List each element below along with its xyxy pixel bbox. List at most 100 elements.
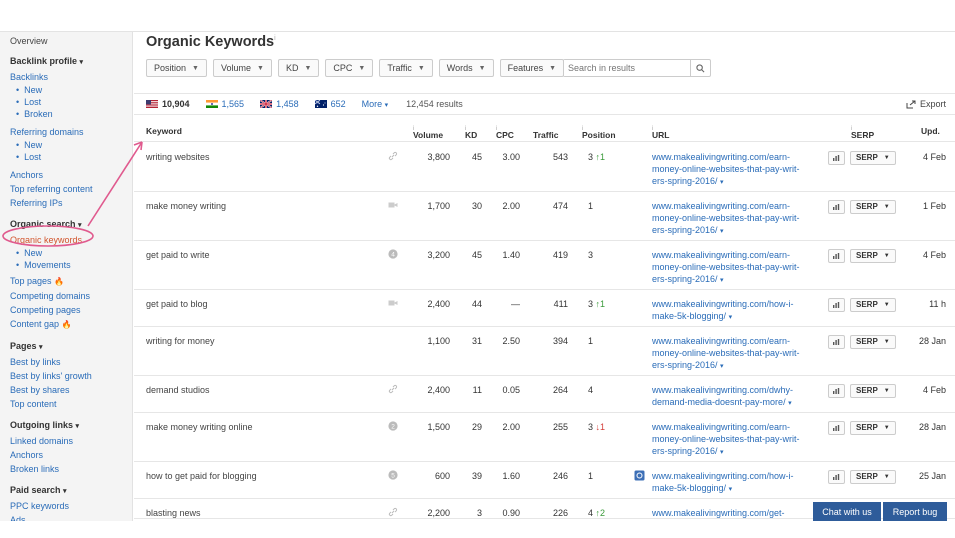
sidebar-sub-organic-movements[interactable]: Movements xyxy=(10,259,132,271)
sidebar-item-best-by-links[interactable]: Best by links xyxy=(10,355,132,369)
sidebar-item-top-pages[interactable]: Top pages 🔥 xyxy=(10,274,132,289)
filter-features[interactable]: Features ▼ xyxy=(499,59,565,77)
col-volume[interactable]: Volume i xyxy=(413,126,443,140)
country-us[interactable]: 10,904 xyxy=(146,99,190,109)
country-uk[interactable]: 1,458 xyxy=(260,99,299,109)
sidebar-item-backlinks[interactable]: Backlinks xyxy=(10,70,132,84)
col-keyword[interactable]: Keyword xyxy=(146,126,182,136)
url-link[interactable]: www.makealivingwriting.com/earn-money-on… xyxy=(652,335,817,373)
serp-dropdown[interactable]: SERP ▼ xyxy=(850,384,896,398)
col-url[interactable]: URL i xyxy=(652,126,669,140)
keyword-text[interactable]: how to get paid for blogging xyxy=(146,470,257,482)
col-kd[interactable]: KD i xyxy=(465,126,477,140)
col-upd[interactable]: Upd. xyxy=(921,126,940,136)
country-au[interactable]: 652 xyxy=(314,99,346,109)
filter-traffic[interactable]: Traffic ▼ xyxy=(379,59,433,77)
chart-button[interactable] xyxy=(828,151,845,165)
sidebar-item-organic-keywords[interactable]: Organic keywords xyxy=(10,233,132,247)
serp-dropdown[interactable]: SERP ▼ xyxy=(850,298,896,312)
col-serp[interactable]: SERP i xyxy=(851,126,874,140)
table-row[interactable]: make money writing 1,700 30 2.00 474 1 www.mak… xyxy=(134,192,955,241)
chart-button[interactable] xyxy=(828,470,845,484)
chart-button[interactable] xyxy=(828,249,845,263)
keyword-text[interactable]: make money writing xyxy=(146,200,226,212)
serp-dropdown[interactable]: SERP ▼ xyxy=(850,249,896,263)
filter-cpc[interactable]: CPC ▼ xyxy=(325,59,374,77)
sidebar-item-top-content[interactable]: Top content xyxy=(10,397,132,411)
table-row[interactable]: writing for money 1,100 31 2.50 394 1 www.make… xyxy=(134,327,955,376)
url-link[interactable]: www.makealivingwriting.com/how-i-make-5k… xyxy=(652,298,817,324)
serp-dropdown[interactable]: SERP ▼ xyxy=(850,200,896,214)
sidebar-sub-backlinks-new[interactable]: New xyxy=(10,84,132,96)
url-link[interactable]: www.makealivingwriting.com/earn-money-on… xyxy=(652,421,817,459)
sidebar-item-ppc-keywords[interactable]: PPC keywords xyxy=(10,499,132,513)
more-countries-dropdown[interactable]: More ▾ xyxy=(362,99,389,109)
chart-button[interactable] xyxy=(828,200,845,214)
sidebar-section-outgoing-links[interactable]: Outgoing links ▾ xyxy=(10,418,132,434)
export-button[interactable]: Export xyxy=(906,99,946,109)
chat-button[interactable]: Chat with us xyxy=(813,502,881,521)
chart-button[interactable] xyxy=(828,298,845,312)
keyword-text[interactable]: writing for money xyxy=(146,335,215,347)
table-row[interactable]: get paid to write 4 3,200 45 1.40 419 3 www.mak… xyxy=(134,241,955,290)
sidebar-item-competing-domains[interactable]: Competing domains xyxy=(10,289,132,303)
sidebar-section-backlink-profile[interactable]: Backlink profile ▾ xyxy=(10,54,132,70)
table-row[interactable]: demand studios 2,400 11 0.05 264 4 www.makeali… xyxy=(134,376,955,413)
chart-button[interactable] xyxy=(828,384,845,398)
sidebar-section-organic-search[interactable]: Organic search ▾ xyxy=(10,217,132,233)
table-row[interactable]: how to get paid for blogging 5 600 39 1.60 24… xyxy=(134,462,955,499)
sidebar-item-referring-ips[interactable]: Referring IPs xyxy=(10,196,132,210)
keyword-text[interactable]: get paid to write xyxy=(146,249,210,261)
sidebar-sub-refdomains-lost[interactable]: Lost xyxy=(10,151,132,163)
keyword-text[interactable]: demand studios xyxy=(146,384,210,396)
url-link[interactable]: www.makealivingwriting.com/get- xyxy=(652,507,817,519)
sidebar-item-best-by-shares[interactable]: Best by shares xyxy=(10,383,132,397)
filter-words[interactable]: Words ▼ xyxy=(438,59,494,77)
col-cpc[interactable]: CPC i xyxy=(496,126,514,140)
table-row[interactable]: get paid to blog 2,400 44 — 411 3 ↑1 www.makea… xyxy=(134,290,955,327)
report-bug-button[interactable]: Report bug xyxy=(883,502,947,521)
filter-volume[interactable]: Volume ▼ xyxy=(212,59,272,77)
sidebar-section-pages[interactable]: Pages ▾ xyxy=(10,339,132,355)
sidebar-section-paid-search[interactable]: Paid search ▾ xyxy=(10,483,132,499)
sidebar-item-anchors[interactable]: Anchors xyxy=(10,168,132,182)
sidebar-sub-backlinks-broken[interactable]: Broken xyxy=(10,108,132,120)
serp-dropdown[interactable]: SERP ▼ xyxy=(850,151,896,165)
serp-dropdown[interactable]: SERP ▼ xyxy=(850,470,896,484)
sidebar-sub-refdomains-new[interactable]: New xyxy=(10,139,132,151)
sidebar-item-broken-links[interactable]: Broken links xyxy=(10,462,132,476)
chevron-down-icon: ▾ xyxy=(720,363,724,370)
table-row[interactable]: writing websites 3,800 45 3.00 543 3 ↑1 www.ma… xyxy=(134,143,955,192)
keyword-text[interactable]: make money writing online xyxy=(146,421,253,433)
serp-dropdown[interactable]: SERP ▼ xyxy=(850,335,896,349)
table-row[interactable]: make money writing online 2 1,500 29 2.00 255… xyxy=(134,413,955,462)
serp-dropdown[interactable]: SERP ▼ xyxy=(850,421,896,435)
keyword-text[interactable]: writing websites xyxy=(146,151,210,163)
search-input[interactable] xyxy=(564,60,690,76)
info-icon[interactable]: i xyxy=(274,35,276,42)
url-link[interactable]: www.makealivingwriting.com/how-i-make-5k… xyxy=(652,470,817,496)
sidebar-item-referring-domains[interactable]: Referring domains xyxy=(10,125,132,139)
country-in[interactable]: 1,565 xyxy=(205,99,244,109)
sidebar-overview[interactable]: Overview xyxy=(10,34,132,48)
sidebar-item-best-by-links-growth[interactable]: Best by links' growth xyxy=(10,369,132,383)
sidebar-item-competing-pages[interactable]: Competing pages xyxy=(10,303,132,317)
keyword-text[interactable]: get paid to blog xyxy=(146,298,208,310)
sidebar-item-content-gap[interactable]: Content gap 🔥 xyxy=(10,317,132,332)
chart-button[interactable] xyxy=(828,335,845,349)
sidebar-sub-organic-new[interactable]: New xyxy=(10,247,132,259)
filter-position[interactable]: Position ▼ xyxy=(146,59,207,77)
url-link[interactable]: www.makealivingwriting.com/earn-money-on… xyxy=(652,249,817,287)
search-button[interactable] xyxy=(690,60,710,76)
col-position[interactable]: Position i xyxy=(582,126,616,140)
url-link[interactable]: www.makealivingwriting.com/earn-money-on… xyxy=(652,151,817,189)
filter-kd[interactable]: KD ▼ xyxy=(277,59,320,77)
sidebar-item-top-referring-content[interactable]: Top referring content xyxy=(10,182,132,196)
chart-button[interactable] xyxy=(828,421,845,435)
sidebar-item-linked-domains[interactable]: Linked domains xyxy=(10,434,132,448)
sidebar-sub-backlinks-lost[interactable]: Lost xyxy=(10,96,132,108)
sidebar-item-anchors-outgoing[interactable]: Anchors xyxy=(10,448,132,462)
keyword-text[interactable]: blasting news xyxy=(146,507,201,519)
url-link[interactable]: www.makealivingwriting.com/dwhy-demand-m… xyxy=(652,384,817,410)
url-link[interactable]: www.makealivingwriting.com/earn-money-on… xyxy=(652,200,817,238)
